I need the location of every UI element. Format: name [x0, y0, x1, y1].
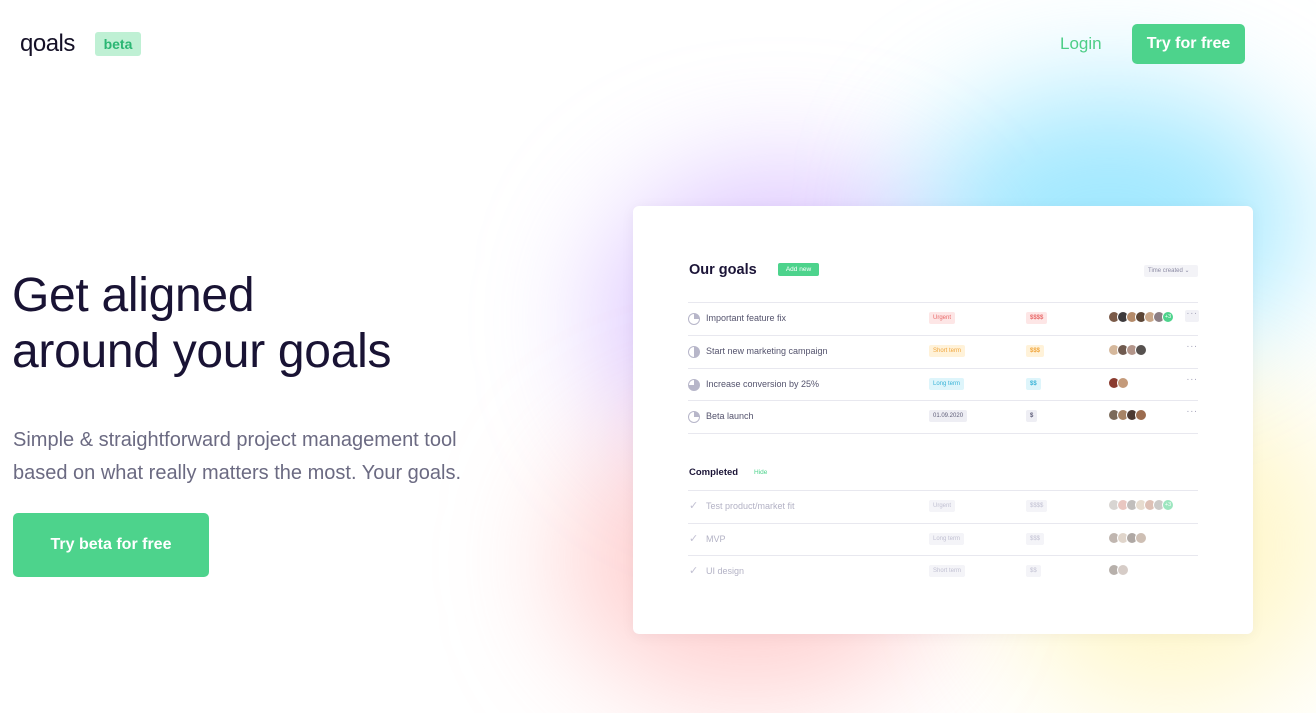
- goal-name: MVP: [706, 534, 726, 544]
- avatar: [1117, 564, 1129, 576]
- goal-date: 01.09.2020: [929, 410, 968, 422]
- avatar-group: [1108, 377, 1129, 391]
- goal-budget: $: [1026, 410, 1038, 422]
- avatar: [1117, 377, 1129, 389]
- beta-badge: beta: [95, 32, 141, 56]
- goal-row[interactable]: Increase conversion by 25% Long term $$ …: [688, 369, 1198, 401]
- goal-tag: Short term: [929, 565, 966, 577]
- goal-budget: $$$$: [1026, 500, 1048, 512]
- goal-budget: $$$: [1026, 533, 1045, 545]
- more-avatars-badge: +3: [1162, 499, 1174, 511]
- goal-tag: Urgent: [929, 312, 956, 324]
- goal-row[interactable]: Important feature fix Urgent $$$$ +3 ···: [688, 303, 1199, 335]
- goal-name: Important feature fix: [706, 313, 787, 323]
- goal-budget: $$: [1026, 565, 1041, 577]
- progress-icon: [688, 346, 700, 358]
- hero-title-line-2: around your goals: [12, 325, 392, 378]
- hero-subtitle-line-1: Simple & straightforward project managem…: [13, 429, 457, 451]
- try-for-free-button[interactable]: Try for free: [1132, 24, 1245, 64]
- goal-budget: $$: [1026, 378, 1041, 390]
- avatar-group: [1108, 564, 1129, 578]
- goal-name: Test product/market fit: [706, 501, 795, 511]
- avatar-group: [1108, 409, 1147, 423]
- goal-row[interactable]: Start new marketing campaign Short term …: [688, 336, 1198, 368]
- goal-row[interactable]: Beta launch 01.09.2020 $ ···: [688, 401, 1198, 433]
- goal-name: UI design: [706, 566, 745, 576]
- goal-name: Increase conversion by 25%: [706, 379, 820, 389]
- more-avatars-badge: +3: [1162, 311, 1174, 323]
- logo[interactable]: qoals: [20, 30, 75, 58]
- avatar: [1135, 532, 1147, 544]
- avatar-group: +3: [1108, 311, 1174, 325]
- completed-title: Completed: [689, 467, 739, 478]
- goal-tag: Long term: [929, 533, 965, 545]
- login-link[interactable]: Login: [1060, 34, 1102, 54]
- goal-tag: Short term: [929, 345, 966, 357]
- more-options-icon[interactable]: ···: [1185, 375, 1199, 388]
- try-beta-button[interactable]: Try beta for free: [13, 513, 209, 577]
- goal-name: Beta launch: [706, 411, 754, 421]
- completed-row[interactable]: ✓ Test product/market fit Urgent $$$$ +3: [688, 491, 1198, 523]
- check-icon: ✓: [689, 565, 699, 577]
- sort-dropdown[interactable]: Time created ⌄: [1144, 265, 1198, 277]
- progress-icon: [688, 379, 700, 391]
- avatar-group: [1108, 532, 1147, 546]
- avatar: [1135, 409, 1147, 421]
- check-icon: ✓: [689, 533, 699, 545]
- avatar-group: [1108, 344, 1147, 358]
- goal-name: Start new marketing campaign: [706, 346, 828, 356]
- goal-tag: Long term: [929, 378, 965, 390]
- hero-title: Get aligned around your goals: [12, 268, 391, 380]
- more-options-icon[interactable]: ···: [1185, 309, 1199, 322]
- goals-title: Our goals: [689, 262, 757, 278]
- divider: [688, 433, 1198, 434]
- hero-subtitle-line-2: based on what really matters the most. Y…: [13, 462, 462, 484]
- completed-row[interactable]: ✓ MVP Long term $$$: [688, 524, 1198, 556]
- progress-icon: [688, 411, 700, 423]
- more-options-icon[interactable]: ···: [1185, 342, 1199, 355]
- goals-preview-card: Our goals Add new Time created ⌄ Importa…: [633, 206, 1253, 634]
- hero-subtitle: Simple & straightforward project managem…: [13, 424, 493, 490]
- goal-budget: $$$$: [1026, 312, 1048, 324]
- hide-link[interactable]: Hide: [754, 469, 767, 476]
- goal-budget: $$$: [1026, 345, 1045, 357]
- add-new-button[interactable]: Add new: [778, 263, 819, 276]
- avatar-group: +3: [1108, 499, 1174, 513]
- goal-tag: Urgent: [929, 500, 956, 512]
- avatar: [1135, 344, 1147, 356]
- completed-row[interactable]: ✓ UI design Short term $$: [688, 556, 1198, 588]
- hero-title-line-1: Get aligned: [12, 269, 255, 322]
- check-icon: ✓: [689, 500, 699, 512]
- more-options-icon[interactable]: ···: [1185, 407, 1199, 420]
- progress-icon: [688, 313, 700, 325]
